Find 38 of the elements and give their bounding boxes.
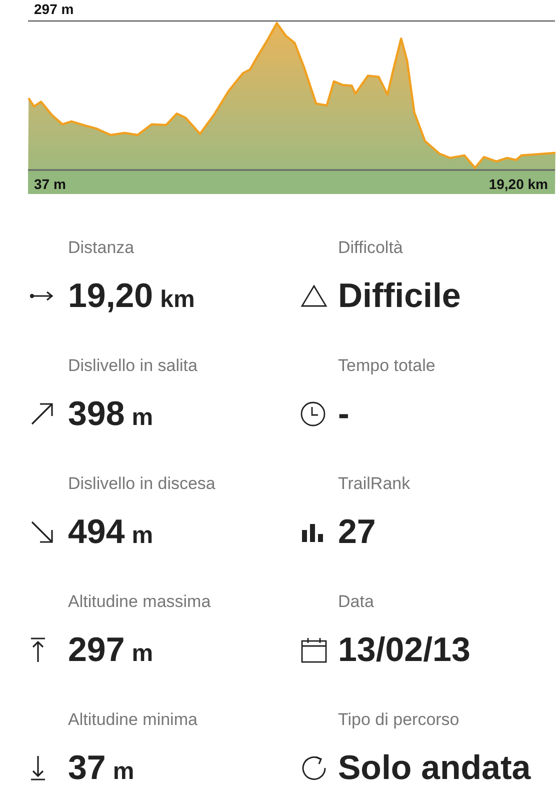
stat-value: - xyxy=(338,394,350,434)
arrow-down-to-line-icon xyxy=(30,755,46,781)
stat-value: Solo andata xyxy=(338,748,531,788)
distance-label: 19,20 km xyxy=(488,176,548,192)
stat-value: 13/02/13 xyxy=(338,630,470,670)
arrow-down-right-icon xyxy=(30,520,54,544)
min-altitude-label: 37 m xyxy=(34,176,66,192)
stat-label: Tempo totale xyxy=(338,355,436,377)
stat-value: 19,20 xyxy=(68,276,154,316)
stat-label: Tipo di percorso xyxy=(338,709,460,731)
stat-label: Altitudine massima xyxy=(68,591,211,613)
stat-label: Dislivello in discesa xyxy=(68,473,216,495)
stat-label: Distanza xyxy=(68,237,136,259)
stat-unit: m xyxy=(112,757,134,787)
arrow-right-icon xyxy=(30,291,54,301)
bar-chart-icon xyxy=(300,522,326,542)
triangle-icon xyxy=(300,284,328,308)
stat-unit: m xyxy=(132,403,154,433)
stat-unit: km xyxy=(160,285,195,315)
max-altitude-label: 297 m xyxy=(34,1,74,17)
stat-label: TrailRank xyxy=(338,473,410,495)
stat-value: 398 xyxy=(68,394,125,434)
stat-label: Dislivello in salita xyxy=(68,355,198,377)
stat-label: Difficoltà xyxy=(338,237,404,259)
arrow-up-to-line-icon xyxy=(30,637,46,663)
stat-unit: m xyxy=(132,639,154,669)
arrow-up-right-icon xyxy=(30,402,54,426)
stat-value: 297 xyxy=(68,630,125,670)
stat-unit: m xyxy=(132,521,154,551)
stat-value: 27 xyxy=(338,512,376,552)
clock-icon xyxy=(300,401,326,427)
circular-arrow-icon xyxy=(300,754,328,782)
stat-value: Difficile xyxy=(338,276,461,316)
stat-label: Altitudine minima xyxy=(68,709,198,731)
stat-value: 37 xyxy=(68,748,106,788)
stat-label: Data xyxy=(338,591,375,613)
stat-value: 494 xyxy=(68,512,125,552)
calendar-icon xyxy=(300,636,328,664)
